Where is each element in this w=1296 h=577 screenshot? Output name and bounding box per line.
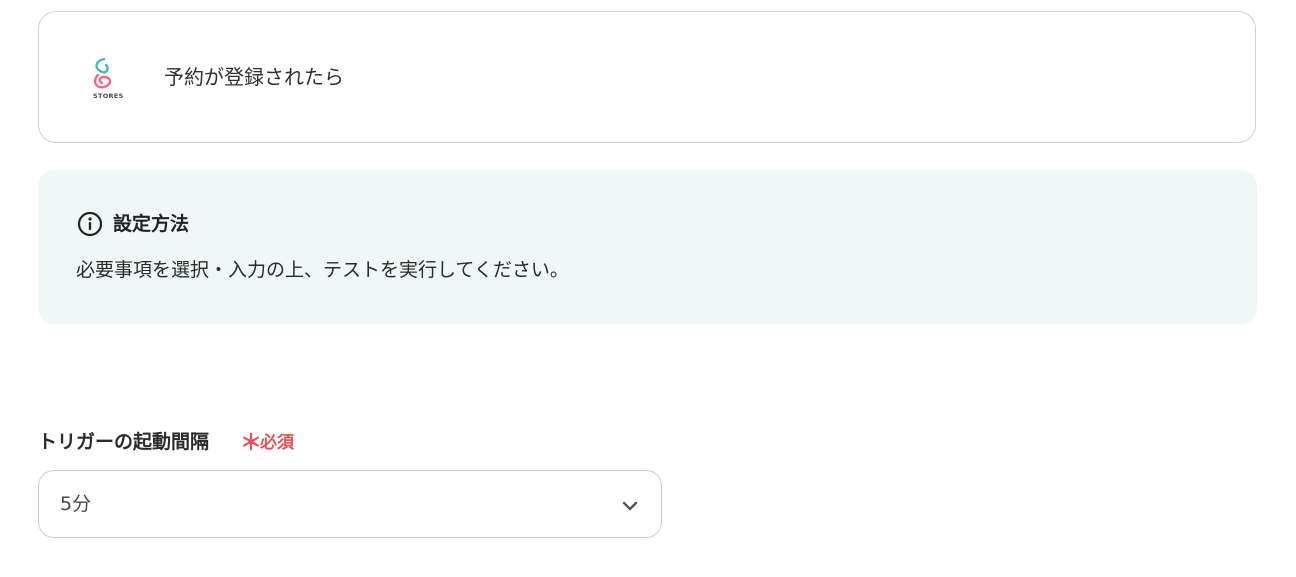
trigger-title: 予約が登録されたら xyxy=(164,65,344,89)
info-circle-icon xyxy=(77,211,103,237)
stores-logo-text: STORES xyxy=(93,92,124,100)
chevron-down-icon[interactable] xyxy=(620,496,640,516)
info-title: 設定方法 xyxy=(113,213,190,235)
trigger-interval-label: トリガーの起動間隔 xyxy=(38,431,210,453)
required-label: 必須 xyxy=(260,433,294,453)
trigger-interval-value[interactable]: 5分 xyxy=(60,491,91,517)
info-description: 必要事項を選択・入力の上、テストを実行してください。 xyxy=(76,259,569,281)
trigger-interval-select[interactable] xyxy=(38,470,662,538)
info-panel xyxy=(38,170,1257,324)
required-asterisk: ＊ xyxy=(240,431,263,456)
